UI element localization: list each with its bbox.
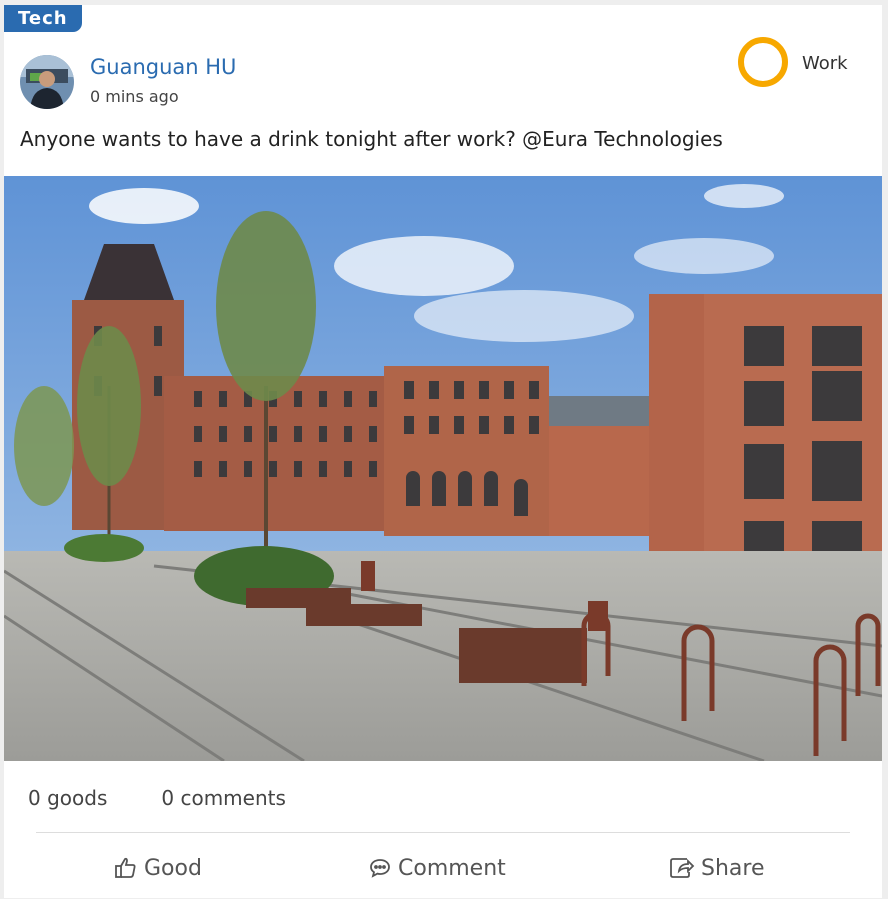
- goods-count[interactable]: 0 goods: [28, 786, 107, 810]
- comment-icon: [370, 859, 390, 878]
- comments-count[interactable]: 0 comments: [161, 786, 286, 810]
- comment-button[interactable]: Comment: [368, 848, 506, 888]
- good-button[interactable]: Good: [114, 848, 202, 888]
- comment-button-label: Comment: [398, 855, 506, 881]
- post-card: Tech Guanguan HU 0 mins ago Work Anyone …: [4, 5, 882, 898]
- post-stats: 0 goods 0 comments: [28, 786, 340, 810]
- post-timestamp: 0 mins ago: [90, 87, 179, 106]
- share-button[interactable]: Share: [669, 848, 765, 888]
- divider: [36, 832, 850, 833]
- author-name[interactable]: Guanguan HU: [90, 55, 236, 79]
- avatar[interactable]: [20, 55, 74, 109]
- action-bar: Good Comment Share: [4, 848, 882, 888]
- category-tag[interactable]: Tech: [4, 5, 82, 32]
- post-image[interactable]: [4, 176, 882, 761]
- share-icon: [670, 858, 695, 878]
- post-text: Anyone wants to have a drink tonight aft…: [20, 127, 723, 151]
- thumbs-up-icon: [115, 857, 136, 878]
- category-label: Work: [802, 53, 848, 74]
- category-ring-icon: [738, 37, 788, 87]
- good-button-label: Good: [144, 855, 202, 881]
- share-button-label: Share: [701, 855, 765, 881]
